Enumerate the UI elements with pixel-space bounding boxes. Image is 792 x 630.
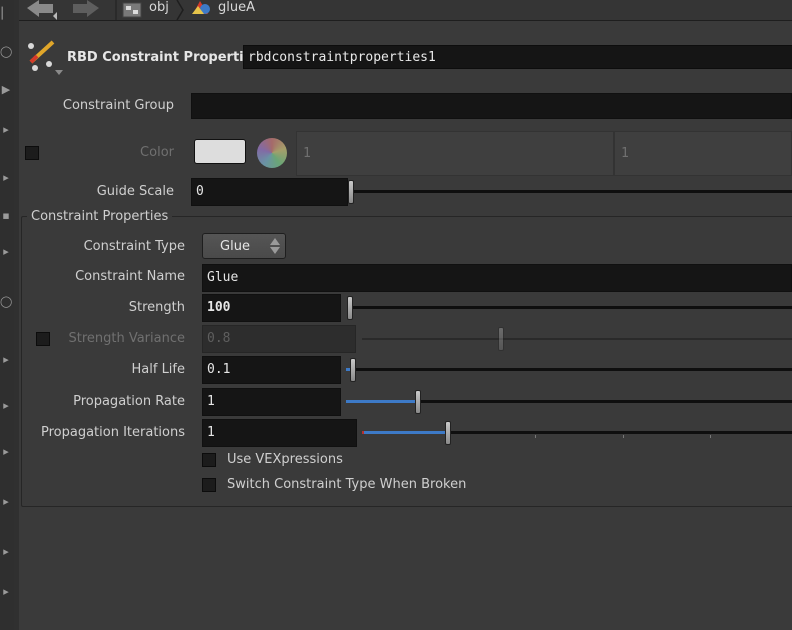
toolbar-circle-icon[interactable]: ◯ xyxy=(0,296,12,308)
strength-variance-slider-track[interactable] xyxy=(362,338,792,340)
toolbar-square-icon[interactable]: ▪ xyxy=(0,210,12,222)
toolbar-arrow-icon[interactable]: ▸ xyxy=(0,354,12,366)
guide-scale-label: Guide Scale xyxy=(96,184,174,199)
use-vexpressions-checkbox[interactable] xyxy=(202,453,216,467)
constraint-name-field[interactable]: Glue xyxy=(202,264,792,292)
guide-scale-field[interactable]: 0 xyxy=(191,178,348,206)
pane-divider[interactable] xyxy=(14,0,19,630)
color-blue-field[interactable]: 1 xyxy=(614,131,792,176)
constraint-group-label: Constraint Group xyxy=(62,98,174,113)
propagation-iterations-slider-handle[interactable] xyxy=(445,421,451,445)
half-life-slider-track[interactable] xyxy=(346,368,792,371)
toolbar-arrow-icon[interactable]: ▸ xyxy=(0,172,12,184)
propagation-rate-label: Propagation Rate xyxy=(73,394,185,409)
constraint-properties-heading: Constraint Properties xyxy=(27,209,173,224)
breadcrumb-chevron-icon xyxy=(176,0,184,20)
propagation-rate-slider-handle[interactable] xyxy=(415,390,421,414)
play-arrow-icon[interactable]: ▶ xyxy=(0,84,12,96)
toolbar-arrow-icon[interactable]: ▸ xyxy=(0,496,12,508)
strength-variance-slider-handle[interactable] xyxy=(498,327,504,351)
separator xyxy=(115,0,117,20)
half-life-label: Half Life xyxy=(131,362,186,377)
constraint-group-field[interactable] xyxy=(191,93,792,119)
strength-variance-field[interactable]: 0.8 xyxy=(202,325,356,353)
breadcrumb-obj[interactable]: obj xyxy=(149,0,169,20)
toolbar-arrow-icon[interactable]: ▸ xyxy=(0,446,12,458)
color-swatch-button[interactable] xyxy=(194,139,246,164)
toolbar-arrow-icon[interactable]: ▸ xyxy=(0,246,12,258)
propagation-iterations-label: Propagation Iterations xyxy=(40,425,185,440)
switch-constraint-type-label: Switch Constraint Type When Broken xyxy=(227,477,467,492)
toolbar-arrow-icon[interactable]: ▸ xyxy=(0,586,12,598)
slider-tick xyxy=(710,435,711,438)
forward-arrow-icon xyxy=(73,0,99,17)
strength-label: Strength xyxy=(128,300,185,315)
propagation-rate-slider-fill xyxy=(346,400,416,403)
propagation-iterations-slider-fill xyxy=(364,431,446,434)
toolbar-arrow-icon[interactable]: ▸ xyxy=(0,546,12,558)
color-label: Color xyxy=(140,145,174,160)
strength-field[interactable]: 100 xyxy=(202,294,341,322)
color-wheel-icon[interactable] xyxy=(257,138,287,168)
constraint-type-label: Constraint Type xyxy=(83,239,185,254)
up-down-arrows-icon xyxy=(270,238,280,254)
propagation-rate-field[interactable]: 1 xyxy=(202,388,341,416)
constraint-type-dropdown[interactable]: Glue xyxy=(202,233,286,259)
guide-scale-slider-track[interactable] xyxy=(352,190,792,193)
network-icon xyxy=(122,2,142,18)
use-vexpressions-label: Use VEXpressions xyxy=(227,452,343,467)
slider-tick xyxy=(535,435,536,438)
slider-tick xyxy=(623,435,624,438)
half-life-slider-handle[interactable] xyxy=(350,358,356,382)
path-bar: obj glueA xyxy=(19,0,792,21)
forward-button[interactable] xyxy=(69,0,103,20)
toolbar-arrow-icon[interactable]: ▸ xyxy=(0,124,12,136)
rbd-constraint-node-icon[interactable] xyxy=(25,38,63,78)
parameter-header: RBD Constraint Properties rbdconstraintp… xyxy=(19,36,792,80)
toolbar-circle-icon[interactable]: ◯ xyxy=(0,46,12,58)
node-type-title: RBD Constraint Properties xyxy=(67,50,261,65)
strength-variance-toggle-checkbox[interactable] xyxy=(36,332,50,346)
geometry-node-icon xyxy=(192,1,210,14)
back-arrow-icon xyxy=(27,0,57,20)
color-toggle-checkbox[interactable] xyxy=(25,146,39,160)
toolbar-arrow-icon[interactable]: ▸ xyxy=(0,400,12,412)
back-button[interactable] xyxy=(23,0,57,20)
breadcrumb-node[interactable]: glueA xyxy=(218,0,255,20)
toolbar-icon[interactable]: ▏ xyxy=(0,8,12,20)
strength-variance-label: Strength Variance xyxy=(68,331,185,346)
color-green-field[interactable]: 1 xyxy=(296,131,614,176)
left-toolbar-strip: ▏ ◯ ▶ ▸ ▸ ▪ ▸ ◯ ▸ ▸ ▸ ▸ ▸ ▸ xyxy=(0,0,15,630)
propagation-iterations-field[interactable]: 1 xyxy=(202,419,357,447)
strength-slider-track[interactable] xyxy=(350,306,792,309)
node-name-field[interactable]: rbdconstraintproperties1 xyxy=(243,45,792,69)
constraint-name-label: Constraint Name xyxy=(75,269,185,284)
guide-scale-slider-handle[interactable] xyxy=(348,180,354,204)
switch-constraint-type-checkbox[interactable] xyxy=(202,478,216,492)
half-life-field[interactable]: 0.1 xyxy=(202,356,341,384)
strength-slider-handle[interactable] xyxy=(347,296,353,320)
